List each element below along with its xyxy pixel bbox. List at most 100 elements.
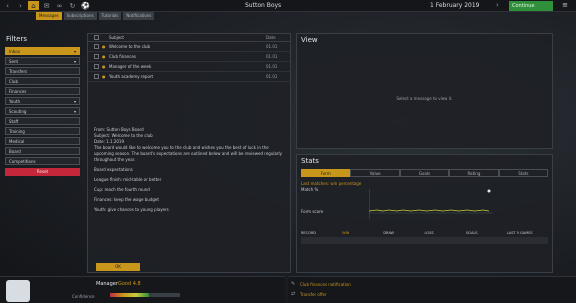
link-icon[interactable]: ∞: [54, 1, 65, 10]
chevron-down-icon: ▾: [73, 99, 76, 104]
filter-label: Transfers: [9, 69, 28, 74]
date-column-header[interactable]: Date: [266, 35, 284, 40]
message-list: ● Welcome to the club 01.01 ● Club finances 0…: [88, 42, 290, 82]
manager-rating: Good 4.8: [118, 281, 141, 287]
message-body-line: Board expectations: [94, 167, 133, 172]
filter-item[interactable]: Club: [5, 77, 80, 85]
view-panel: View Select a message to view it.: [296, 33, 553, 149]
reset-filters-button[interactable]: Reset: [5, 168, 80, 176]
filter-item[interactable]: Medical: [5, 137, 80, 145]
filter-label: Scouting: [9, 109, 27, 114]
stats-tab-form[interactable]: Form: [301, 169, 351, 177]
filter-item[interactable]: Training: [5, 127, 80, 135]
forward-icon[interactable]: ›: [15, 1, 26, 10]
message-row[interactable]: ● Manager of the week 01.01: [88, 62, 290, 72]
stats-tab-value[interactable]: Value: [350, 169, 400, 177]
notification-item[interactable]: Transfer offer: [300, 292, 327, 297]
row-checkbox[interactable]: [94, 74, 99, 79]
unread-dot-icon: ●: [102, 64, 106, 69]
filter-item[interactable]: Board: [5, 147, 80, 155]
confidence-label: Confidence: [72, 294, 95, 299]
tab-messages[interactable]: Messages: [36, 12, 62, 20]
filter-label: Inbox: [9, 49, 20, 54]
filter-list: Inbox ▾ Sent ▾ Transfers Club Finances Youth ▾ Sc…: [2, 47, 83, 165]
message-date: 01.01: [266, 44, 278, 49]
row-checkbox[interactable]: [94, 54, 99, 59]
tab-tutorials[interactable]: Tutorials: [98, 12, 122, 20]
refresh-icon[interactable]: ↻: [67, 1, 78, 10]
select-all-checkbox[interactable]: [94, 35, 99, 40]
notification-icon: ✎: [291, 281, 296, 287]
filter-item[interactable]: Sent ▾: [5, 57, 80, 65]
filter-label: Youth: [9, 99, 20, 104]
message-row[interactable]: ● Youth academy report 01.01: [88, 72, 290, 82]
message-subject: Welcome to the club: [109, 44, 151, 49]
stats-col-last5: LAST 5 GAMES: [506, 231, 533, 235]
stats-sub-label: Match %: [301, 187, 319, 192]
home-icon[interactable]: ⌂: [28, 1, 39, 10]
chevron-down-icon: ▾: [73, 59, 76, 64]
stats-tab-stats[interactable]: Stats: [498, 169, 549, 177]
unread-dot-icon: ●: [102, 74, 106, 79]
message-body-line: The board would like to welcome you to t…: [94, 145, 283, 162]
tab-subscriptions[interactable]: Subscriptions: [63, 12, 97, 20]
stats-sub-label-2: Form score: [301, 209, 324, 214]
sub-navigation: Messages Subscriptions Tutorials Notific…: [36, 12, 156, 21]
message-body-line: Finances: keep the wage budget: [94, 197, 159, 202]
chevron-down-icon: ▾: [73, 109, 76, 114]
filter-label: Club: [9, 79, 18, 84]
message-row[interactable]: ● Welcome to the club 01.01: [88, 42, 290, 52]
view-empty-text: Select a message to view it.: [396, 96, 453, 101]
filter-item[interactable]: Competitions: [5, 157, 80, 165]
inbox-icon[interactable]: ✉: [41, 1, 52, 10]
filter-label: Competitions: [9, 159, 36, 164]
date-arrow-icon[interactable]: ›: [496, 1, 499, 9]
filter-label: Staff: [9, 119, 19, 124]
stats-tab-rating[interactable]: Rating: [449, 169, 499, 177]
row-checkbox[interactable]: [94, 44, 99, 49]
messages-header: Subject Date: [88, 34, 290, 42]
form-line: [369, 209, 490, 212]
stats-table-header: RECORD WIN DRAW LOSS GOALS LAST 5 GAMES: [301, 231, 548, 235]
plot-end-marker: [487, 189, 491, 193]
stats-col-draw: DRAW: [383, 231, 394, 235]
menu-icon[interactable]: ≡: [556, 1, 574, 11]
filter-item[interactable]: Youth ▾: [5, 97, 80, 105]
filter-item[interactable]: Staff: [5, 117, 80, 125]
message-row[interactable]: ● Club finances 01.01: [88, 52, 290, 62]
filter-item[interactable]: Scouting ▾: [5, 107, 80, 115]
filter-item[interactable]: Transfers: [5, 67, 80, 75]
stats-panel: Stats Form Value Goals Rating Stats Last…: [296, 154, 553, 273]
tab-notifications[interactable]: Notifications: [123, 12, 155, 20]
message-subject: Club finances: [109, 54, 137, 59]
messages-panel: Subject Date ● Welcome to the club 01.01 ● C…: [87, 33, 291, 273]
filter-label: Board: [9, 149, 21, 154]
back-icon[interactable]: ‹: [2, 1, 13, 10]
club-crest-icon[interactable]: [6, 280, 30, 302]
soccer-icon[interactable]: ⚽: [80, 1, 91, 10]
row-checkbox[interactable]: [94, 64, 99, 69]
unread-dot-icon: ●: [102, 44, 106, 49]
ok-button[interactable]: OK: [96, 263, 140, 271]
filter-label: Sent: [9, 59, 19, 64]
filter-item[interactable]: Finances: [5, 87, 80, 95]
club-name: Sutton Boys: [245, 2, 282, 9]
message-date: 01.01: [266, 74, 278, 79]
stats-title: Stats: [301, 157, 319, 165]
message-subject: Manager of the week: [109, 64, 152, 69]
message-body-line: Youth: give chances to young players: [94, 207, 169, 212]
message-body: From: Sutton Boys Board Subject: Welcome …: [94, 127, 286, 217]
manager-name: Manager: [96, 281, 118, 287]
continue-button[interactable]: Continue: [509, 1, 553, 11]
stats-col-goals: GOALS: [465, 231, 478, 235]
stats-col-loss: LOSS: [424, 231, 434, 235]
filters-panel: Filters Inbox ▾ Sent ▾ Transfers Club Finances…: [2, 33, 83, 273]
message-body-line: Cup: reach the fourth round: [94, 187, 150, 192]
subject-column-header[interactable]: Subject: [109, 35, 266, 40]
filter-item[interactable]: Inbox ▾: [5, 47, 80, 55]
filter-label: Training: [9, 129, 25, 134]
stats-tab-goals[interactable]: Goals: [399, 169, 450, 177]
transfer-icon: ⇄: [291, 291, 296, 297]
notification-item[interactable]: Club finances notification: [300, 282, 351, 287]
form-sparkline: [369, 189, 493, 219]
